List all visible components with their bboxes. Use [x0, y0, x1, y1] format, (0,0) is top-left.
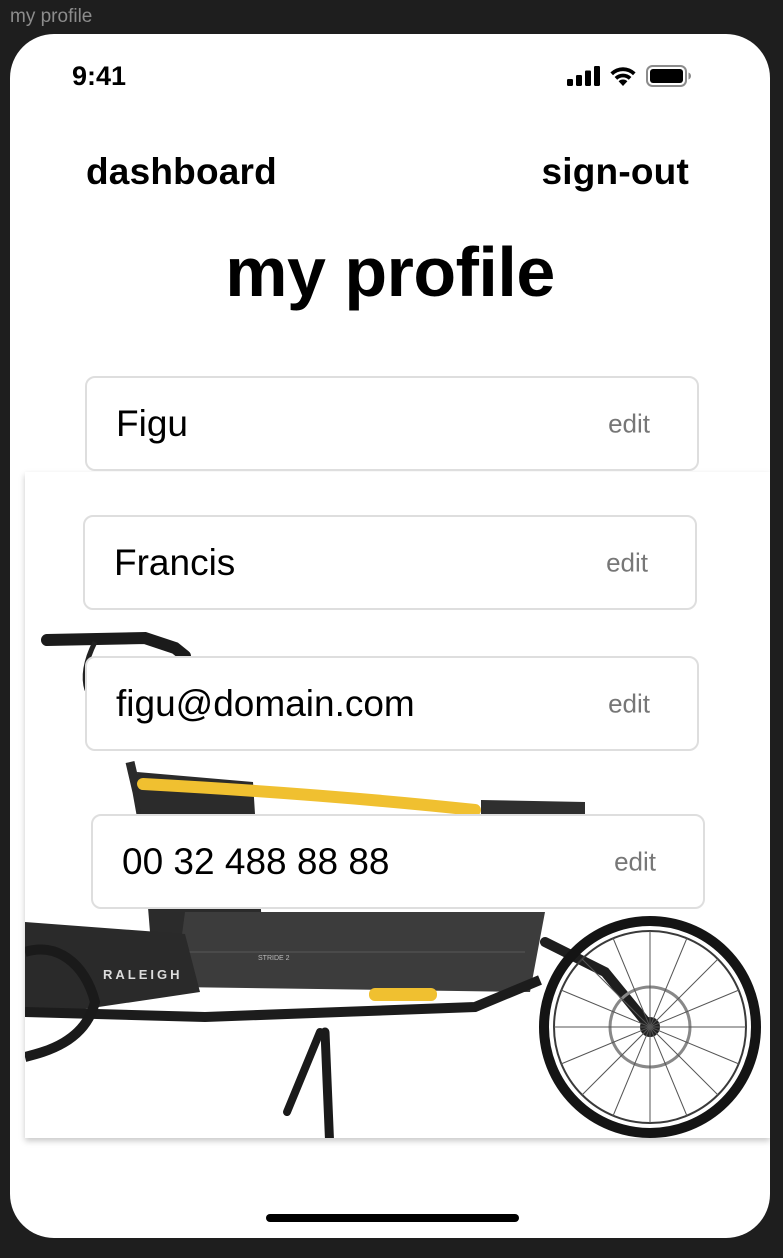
profile-field-email[interactable]: figu@domain.com edit	[85, 656, 699, 751]
wifi-icon	[610, 67, 636, 86]
profile-field-username[interactable]: Figu edit	[85, 376, 699, 471]
profile-field-phone[interactable]: 00 32 488 88 88 edit	[91, 814, 705, 909]
field-value: Figu	[116, 402, 188, 444]
frame-title: my profile	[10, 6, 93, 27]
page-title: my profile	[225, 233, 555, 311]
field-value: 00 32 488 88 88	[122, 840, 390, 882]
phone-screen: 9:41 dashboard sign-out my profile RALEI…	[10, 34, 770, 1238]
field-value: figu@domain.com	[116, 682, 415, 724]
home-indicator[interactable]	[266, 1214, 519, 1222]
status-time: 9:41	[72, 61, 127, 91]
edit-button[interactable]: edit	[606, 547, 648, 578]
field-value: Francis	[114, 541, 236, 583]
sign-out-link[interactable]: sign-out	[541, 151, 689, 193]
signal-icon	[567, 66, 600, 86]
status-icons	[567, 65, 692, 87]
status-bar: 9:41	[10, 34, 770, 124]
edit-button[interactable]: edit	[608, 408, 650, 439]
bike-model-text: STRIDE 2	[258, 955, 290, 962]
dashboard-link[interactable]: dashboard	[86, 151, 277, 193]
edit-button[interactable]: edit	[608, 688, 650, 719]
bike-brand-text: RALEIGH	[103, 967, 183, 982]
profile-field-first-name[interactable]: Francis edit	[83, 515, 697, 610]
battery-icon	[646, 65, 691, 87]
edit-button[interactable]: edit	[614, 846, 656, 877]
